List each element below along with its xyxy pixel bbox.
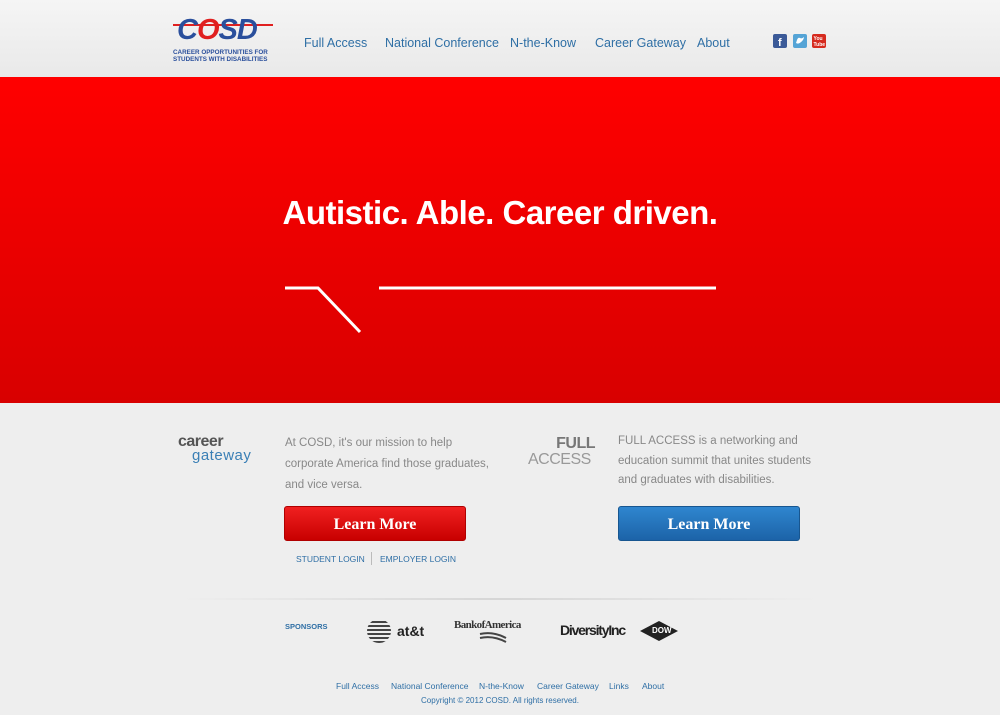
copyright: Copyright © 2012 COSD. All rights reserv… xyxy=(421,696,579,705)
nav-n-the-know[interactable]: N-the-Know xyxy=(510,36,576,50)
hero-banner: Autistic. Able. Career driven. xyxy=(0,77,1000,403)
svg-text:Tube: Tube xyxy=(814,42,826,48)
login-separator xyxy=(371,552,372,565)
employer-login-link[interactable]: EMPLOYER LOGIN xyxy=(380,554,456,564)
full-access-learn-more-button[interactable]: Learn More xyxy=(618,506,800,541)
full-access-logo: FULL ACCESS xyxy=(528,435,595,468)
footer-link-n-the-know[interactable]: N-the-Know xyxy=(479,681,524,691)
sponsor-dow[interactable]: DOW xyxy=(633,618,685,646)
site-header: COSD CAREER OPPORTUNITIES FOR STUDENTS W… xyxy=(0,0,1000,77)
career-gateway-learn-more-button[interactable]: Learn More xyxy=(284,506,466,541)
sponsor-att[interactable]: at&t xyxy=(367,618,437,646)
nav-about[interactable]: About xyxy=(697,36,730,50)
nav-career-gateway[interactable]: Career Gateway xyxy=(595,36,686,50)
att-globe-icon xyxy=(367,619,391,643)
career-gateway-description: At COSD, it's our mission to help corpor… xyxy=(285,437,489,491)
youtube-icon[interactable]: You Tube xyxy=(812,34,826,48)
logo-tagline: CAREER OPPORTUNITIES FOR STUDENTS WITH D… xyxy=(173,49,268,63)
sponsors-label: SPONSORS xyxy=(285,622,328,631)
student-login-link[interactable]: STUDENT LOGIN xyxy=(296,554,365,564)
footer-link-national-conference[interactable]: National Conference xyxy=(391,681,469,691)
full-access-description: FULL ACCESS is a networking and educatio… xyxy=(618,435,812,486)
section-divider xyxy=(180,598,820,600)
nav-national-conference[interactable]: National Conference xyxy=(385,36,499,50)
svg-text:f: f xyxy=(778,37,782,48)
twitter-icon[interactable] xyxy=(793,34,807,48)
nav-full-access[interactable]: Full Access xyxy=(304,36,367,50)
career-gateway-logo: career gateway xyxy=(178,433,252,464)
footer-link-career-gateway[interactable]: Career Gateway xyxy=(537,681,599,691)
boa-flag-icon xyxy=(479,632,507,643)
hero-decorative-lines xyxy=(285,286,716,334)
sponsor-diversityinc[interactable]: DiversityInc xyxy=(560,618,626,646)
facebook-icon[interactable]: f xyxy=(773,34,787,49)
footer-link-about[interactable]: About xyxy=(642,681,664,691)
footer-link-full-access[interactable]: Full Access xyxy=(336,681,379,691)
footer-link-links[interactable]: Links xyxy=(609,681,629,691)
sponsor-bank-of-america[interactable]: BankofAmerica xyxy=(454,618,534,646)
logo-wordmark: COSD xyxy=(177,14,258,46)
cosd-logo[interactable]: COSD CAREER OPPORTUNITIES FOR STUDENTS W… xyxy=(173,14,273,66)
